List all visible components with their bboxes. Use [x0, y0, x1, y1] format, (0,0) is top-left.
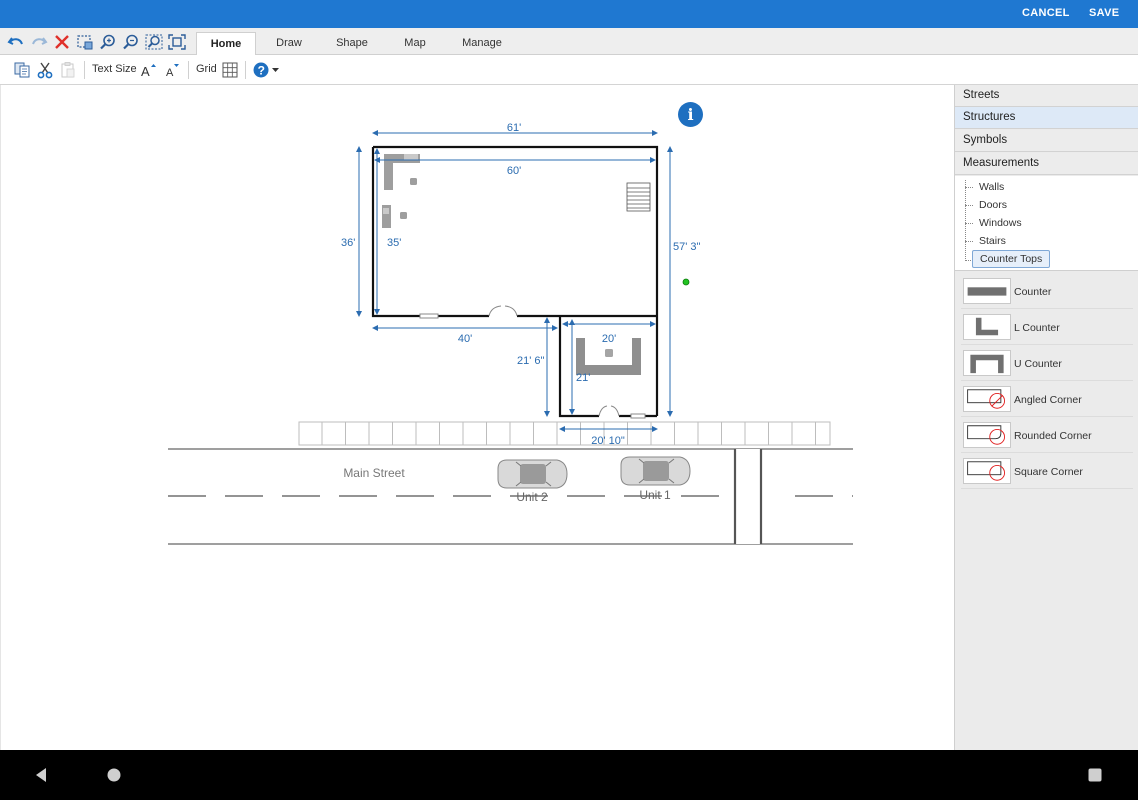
category-streets[interactable]: Streets	[955, 85, 1138, 107]
dim-label-bottom-left[interactable]: 40'	[458, 333, 472, 345]
tree-item-counter-tops[interactable]: Counter Tops	[972, 250, 1051, 268]
select-area-icon[interactable]	[76, 34, 94, 50]
symbol-rounded-corner[interactable]: Rounded Corner	[961, 419, 1133, 453]
symbol-counter[interactable]: Counter	[961, 275, 1133, 309]
tree-item-windows[interactable]: Windows	[979, 217, 1022, 229]
toolbar-separator	[84, 61, 85, 79]
l-counter-fixture[interactable]	[384, 154, 420, 190]
tab-home[interactable]: Home	[196, 32, 256, 56]
svg-text:A: A	[166, 67, 174, 79]
category-symbols[interactable]: Symbols	[955, 130, 1138, 152]
system-navigation-bar	[0, 750, 1138, 800]
category-structures[interactable]: Structures	[955, 107, 1138, 129]
tab-map[interactable]: Map	[390, 32, 440, 55]
sidewalk	[298, 421, 831, 446]
dim-label-unit-inner-width[interactable]: 20'	[602, 333, 616, 345]
tree-item-stairs[interactable]: Stairs	[979, 235, 1006, 247]
toolbar-separator	[245, 61, 246, 79]
recents-icon[interactable]	[1087, 767, 1103, 783]
undo-icon[interactable]	[7, 34, 25, 50]
symbol-l-counter[interactable]: L Counter	[961, 311, 1133, 345]
fit-to-screen-icon[interactable]	[168, 34, 186, 50]
decrease-text-size-icon[interactable]: A	[164, 61, 182, 79]
dim-label-left-outer[interactable]: 36'	[341, 237, 355, 249]
drawing-canvas[interactable]: Main Street Unit 2 Unit 1 61' 60' 36' 35…	[0, 85, 954, 750]
symbol-angled-corner[interactable]: Angled Corner	[961, 383, 1133, 417]
category-measurements[interactable]: Measurements	[955, 153, 1138, 175]
car-unit-1[interactable]	[620, 456, 691, 486]
action-bar: CANCEL SAVE	[0, 0, 1138, 28]
tree-item-walls[interactable]: Walls	[979, 181, 1004, 193]
tree-connector	[965, 187, 973, 188]
l-counter-thumbnail-icon	[963, 314, 1011, 340]
text-size-label: Text Size	[92, 63, 137, 75]
grid-label: Grid	[196, 63, 217, 75]
floor-plan-drawing: Main Street Unit 2 Unit 1 61' 60' 36' 35…	[168, 122, 853, 545]
angled-corner-thumbnail-icon	[963, 386, 1011, 412]
zoom-out-icon[interactable]	[122, 34, 140, 50]
dim-label-unit-inner-height[interactable]: 21'	[576, 372, 590, 384]
home-icon[interactable]	[106, 767, 122, 783]
selection-handle[interactable]	[682, 278, 690, 286]
symbol-library-panel: Streets Structures Symbols Measurements …	[954, 85, 1138, 750]
ribbon-tab-bar: Home Draw Shape Map Manage	[0, 28, 1138, 56]
save-button[interactable]: SAVE	[1089, 7, 1119, 19]
tree-connector	[965, 205, 973, 206]
back-icon[interactable]	[33, 767, 49, 783]
paste-icon[interactable]	[59, 61, 77, 79]
info-icon[interactable]: i	[678, 102, 703, 127]
symbol-u-counter[interactable]: U Counter	[961, 347, 1133, 381]
car-unit-2[interactable]	[497, 459, 568, 489]
street-name-label[interactable]: Main Street	[343, 466, 405, 480]
svg-text:?: ?	[258, 63, 265, 77]
counter-fixture[interactable]	[382, 205, 407, 228]
dim-label-top-inner[interactable]: 60'	[507, 165, 521, 177]
building-walls[interactable]	[371, 145, 659, 418]
counter-thumbnail-icon	[963, 278, 1011, 304]
u-counter-thumbnail-icon	[963, 350, 1011, 376]
redo-icon[interactable]	[30, 34, 48, 50]
tree-connector	[965, 241, 973, 242]
delete-icon[interactable]	[53, 34, 71, 50]
zoom-window-icon[interactable]	[145, 34, 163, 50]
tree-connector	[965, 180, 966, 261]
toolbar-separator	[188, 61, 189, 79]
car-label-unit-1: Unit 1	[639, 488, 671, 502]
zoom-in-icon[interactable]	[99, 34, 117, 50]
cut-icon[interactable]	[36, 61, 54, 79]
tab-draw[interactable]: Draw	[264, 32, 314, 55]
symbol-square-corner[interactable]: Square Corner	[961, 455, 1133, 489]
dim-label-right[interactable]: 57' 3"	[673, 241, 701, 253]
svg-text:A: A	[141, 64, 150, 79]
dim-label-unit-outer-height[interactable]: 21' 6"	[517, 355, 545, 367]
increase-text-size-icon[interactable]: A	[140, 61, 158, 79]
help-icon[interactable]: ?	[252, 61, 282, 79]
grid-icon[interactable]	[221, 61, 239, 79]
stairs-symbol[interactable]	[626, 182, 651, 212]
tab-manage[interactable]: Manage	[452, 32, 512, 55]
structure-tree: Walls Doors Windows Stairs Counter Tops	[955, 176, 1138, 271]
tab-shape[interactable]: Shape	[324, 32, 380, 55]
dim-label-top-outer[interactable]: 61'	[507, 122, 521, 134]
tree-connector	[965, 223, 973, 224]
cancel-button[interactable]: CANCEL	[1022, 7, 1070, 19]
home-toolbar: Text Size A A Grid ?	[0, 55, 1138, 85]
square-corner-thumbnail-icon	[963, 458, 1011, 484]
dim-label-left-inner[interactable]: 35'	[387, 237, 401, 249]
dimension-lines[interactable]	[356, 130, 673, 432]
dim-label-unit-outer-width[interactable]: 20' 10"	[591, 435, 625, 447]
rounded-corner-thumbnail-icon	[963, 422, 1011, 448]
tree-item-doors[interactable]: Doors	[979, 199, 1007, 211]
copy-icon[interactable]	[13, 61, 31, 79]
car-label-unit-2: Unit 2	[516, 490, 548, 504]
